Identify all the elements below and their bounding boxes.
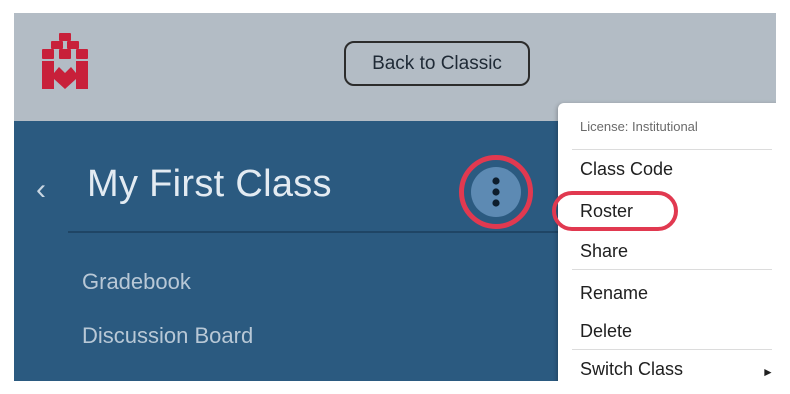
class-options-menu: License: Institutional Class Code Roster… xyxy=(552,103,776,381)
kebab-menu-button[interactable] xyxy=(459,155,533,229)
nav-link-gradebook[interactable]: Gradebook xyxy=(82,269,191,295)
menu-item-rename[interactable]: Rename xyxy=(580,283,648,304)
menu-item-share[interactable]: Share xyxy=(580,241,628,262)
brand-logo-icon xyxy=(42,33,88,89)
menu-item-switch-class[interactable]: Switch Class xyxy=(580,359,683,380)
menu-item-delete[interactable]: Delete xyxy=(580,321,632,342)
class-panel: ‹ My First Class Gradebook Discussion Bo… xyxy=(14,121,558,381)
menu-item-class-code[interactable]: Class Code xyxy=(580,159,673,180)
license-label: License: Institutional xyxy=(580,119,698,134)
app-frame: Back to Classic ‹ My First Class Gradebo… xyxy=(14,13,776,381)
menu-divider xyxy=(572,269,772,270)
menu-divider xyxy=(572,149,772,150)
menu-divider xyxy=(572,349,772,350)
caret-right-icon: ► xyxy=(762,365,774,379)
kebab-menu-icon xyxy=(471,167,521,217)
chevron-left-icon[interactable]: ‹ xyxy=(36,175,46,205)
title-divider xyxy=(68,231,558,233)
back-to-classic-button[interactable]: Back to Classic xyxy=(344,41,530,86)
nav-link-discussion-board[interactable]: Discussion Board xyxy=(82,323,253,349)
class-title: My First Class xyxy=(87,163,332,205)
menu-item-roster[interactable]: Roster xyxy=(580,201,633,222)
